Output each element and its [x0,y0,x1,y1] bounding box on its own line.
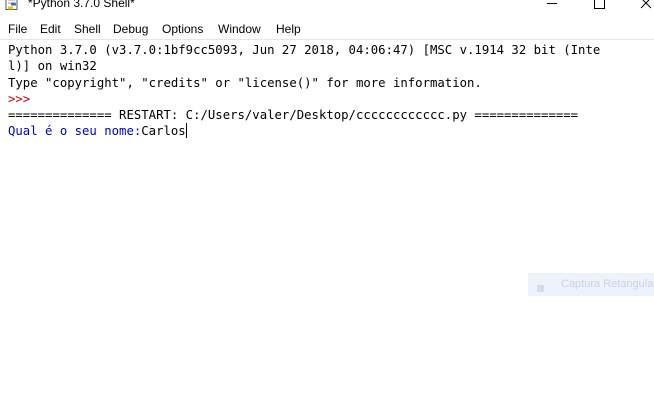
maximize-icon [594,0,605,9]
input-prompt: Qual é o seu nome: [8,124,142,138]
idle-shell-window: *Python 3.7.0 Shell* File Edit Shell Deb… [0,0,654,408]
minimize-icon [547,3,557,4]
text-cursor [185,123,187,138]
shell-prompt: >>> [8,92,38,106]
toast-label: Captura Retangular [561,278,654,290]
menu-bar: File Edit Shell Debug Options Window Hel… [0,19,654,39]
menu-file[interactable]: File [8,22,27,36]
close-button[interactable] [622,0,654,14]
input-line[interactable]: Qual é o seu nome:Carlos [8,123,187,139]
banner-line-wrap: l)] on win32 [8,59,97,73]
menu-edit[interactable]: Edit [40,22,61,36]
menu-options[interactable]: Options [162,22,203,36]
banner-line: Python 3.7.0 (v3.7.0:1bf9cc5093, Jun 27 … [8,43,601,57]
screenshot-tool-toast[interactable]: Captura Retangular [528,273,654,296]
maximize-button[interactable] [576,0,622,14]
close-icon [640,0,652,9]
window-title: *Python 3.7.0 Shell* [28,0,135,10]
title-bar[interactable]: *Python 3.7.0 Shell* [0,0,654,16]
user-input[interactable]: Carlos [141,124,185,138]
menu-help[interactable]: Help [276,22,301,36]
shell-text-area[interactable]: Python 3.7.0 (v3.7.0:1bf9cc5093, Jun 27 … [0,39,654,408]
info-line: Type "copyright", "credits" or "license(… [8,76,482,90]
screenshot-tool-icon [536,280,545,292]
menu-window[interactable]: Window [218,22,261,36]
python-idle-icon [5,0,19,10]
minimize-button[interactable] [529,0,575,14]
menu-debug[interactable]: Debug [113,22,148,36]
restart-line: ============== RESTART: C:/Users/valer/D… [8,108,579,122]
menu-shell[interactable]: Shell [74,22,101,36]
